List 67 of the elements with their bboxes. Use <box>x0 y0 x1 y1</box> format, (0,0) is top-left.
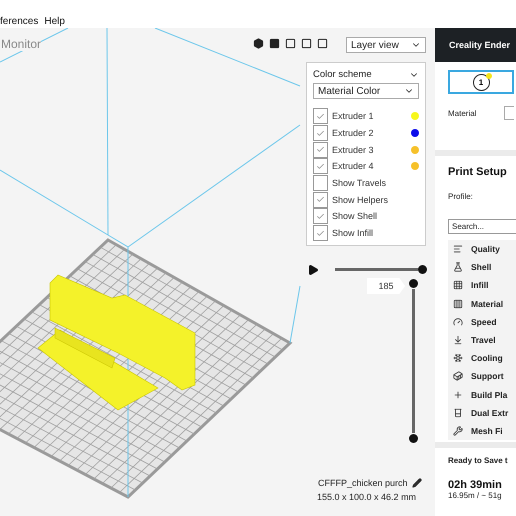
category-item[interactable]: Cooling <box>448 349 516 368</box>
option-label: Show Infill <box>332 228 374 238</box>
view-cube-icon[interactable] <box>285 38 296 49</box>
option-label: Extruder 1 <box>332 111 375 122</box>
extruder-tab[interactable]: 1 <box>448 70 514 94</box>
view-cube-icon[interactable] <box>317 38 328 49</box>
checkbox[interactable] <box>313 208 328 224</box>
printer-name[interactable]: Creality Ender <box>435 28 516 62</box>
object-name: CFFFP_chicken purch <box>318 478 408 488</box>
option-label: Extruder 4 <box>332 161 375 172</box>
category-icon <box>453 280 463 290</box>
pencil-icon[interactable] <box>412 478 422 488</box>
category-icon <box>453 353 463 364</box>
view-cube-icon[interactable] <box>301 38 312 49</box>
checkbox[interactable] <box>313 158 328 174</box>
slider-handle[interactable] <box>418 265 427 274</box>
category-item[interactable]: Build Pla <box>448 386 516 404</box>
print-time: 02h 39min <box>448 479 503 492</box>
category-item[interactable]: Shell <box>448 258 516 276</box>
menu-item[interactable]: ferences <box>0 16 38 27</box>
checkbox[interactable] <box>313 108 328 124</box>
category-item[interactable]: Infill <box>448 276 516 295</box>
profile-label: Profile: <box>448 192 474 201</box>
object-dimensions: 155.0 x 100.0 x 46.2 mm <box>317 492 416 502</box>
view-cube-icon[interactable] <box>253 38 264 49</box>
checkbox[interactable] <box>313 175 328 192</box>
panel-title: Color scheme <box>313 69 372 80</box>
option-label: Extruder 3 <box>332 144 375 155</box>
category-item[interactable]: Travel <box>448 330 516 350</box>
category-icon <box>453 371 463 382</box>
checkbox[interactable] <box>313 225 328 242</box>
status-title: Ready to Save t <box>448 456 509 466</box>
play-icon[interactable] <box>307 264 319 276</box>
category-icon <box>453 390 463 400</box>
search-field[interactable]: Search... <box>448 219 516 234</box>
category-item[interactable]: Speed <box>448 312 516 331</box>
stage-label: Monitor <box>1 37 42 51</box>
category-icon <box>453 426 463 436</box>
material-label: Material <box>448 108 476 118</box>
category-item[interactable]: Quality <box>448 240 516 258</box>
option-label: Extruder 2 <box>332 128 375 138</box>
view-cube-icon[interactable] <box>269 38 280 49</box>
category-icon <box>453 262 463 272</box>
category-icon <box>453 335 463 346</box>
material-usage: 16.95m / ~ 51g <box>448 491 503 500</box>
layer-number: 185 <box>367 278 405 294</box>
category-item[interactable]: Material <box>448 294 516 313</box>
slider-handle[interactable] <box>409 279 418 288</box>
category-item[interactable]: Mesh Fi <box>448 422 516 440</box>
category-icon <box>453 244 463 254</box>
category-item[interactable]: Dual Extr <box>448 404 516 422</box>
category-icon <box>453 316 463 327</box>
category-icon <box>453 408 463 418</box>
checkbox[interactable] <box>313 192 328 208</box>
section-title: Print Setup <box>448 166 508 178</box>
view-dropdown[interactable]: Layer view <box>346 37 426 53</box>
option-label: Show Travels <box>332 178 388 188</box>
checkbox[interactable] <box>313 142 328 158</box>
option-label: Show Shell <box>332 211 378 222</box>
color-scheme-dropdown[interactable]: Material Color <box>313 83 419 99</box>
menu-item[interactable]: Help <box>44 16 65 27</box>
checkbox[interactable] <box>313 125 328 142</box>
category-item[interactable]: Support <box>448 367 516 386</box>
material-field[interactable] <box>504 106 514 120</box>
category-icon <box>453 298 463 309</box>
slider-handle[interactable] <box>409 434 418 443</box>
option-label: Show Helpers <box>332 194 390 205</box>
